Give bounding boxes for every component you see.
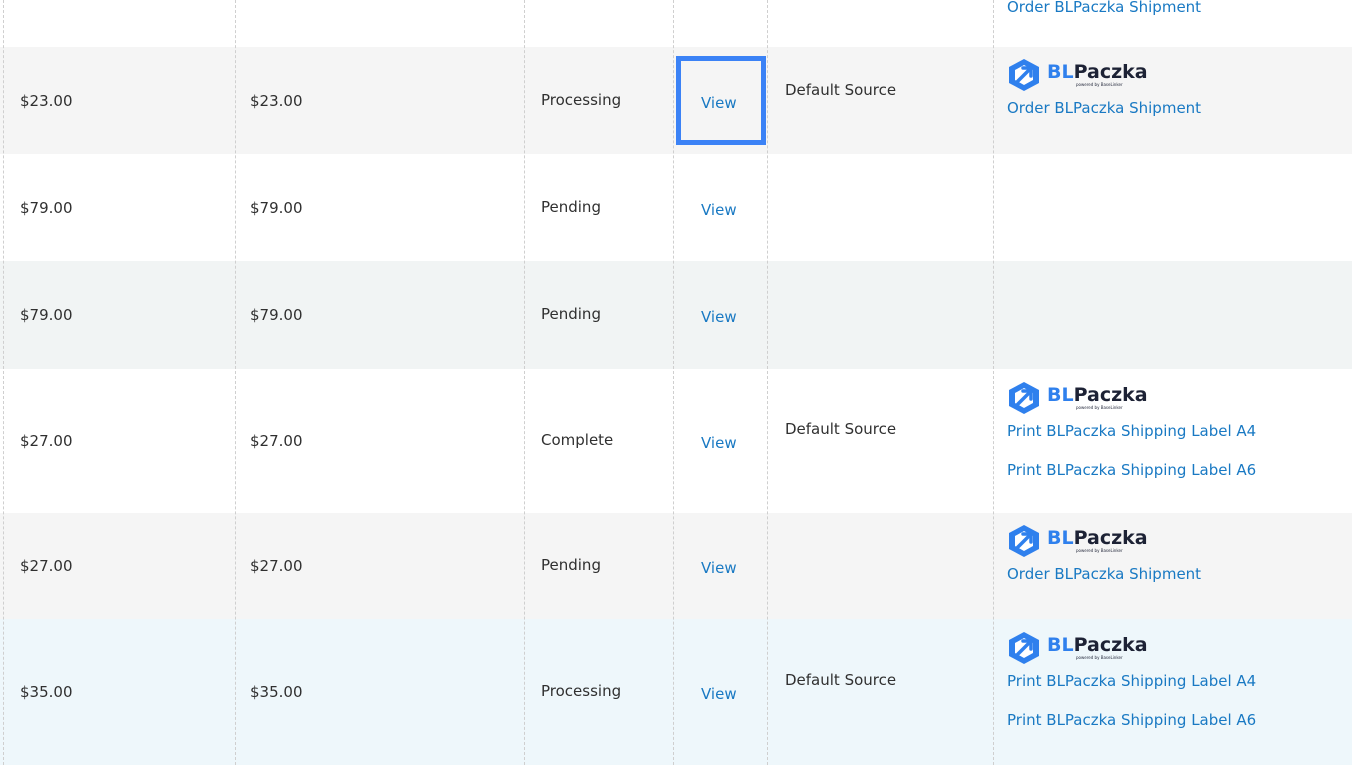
blpaczka-logo-wordmark: BLPaczka [1047, 634, 1148, 656]
blpaczka-logo-icon [1009, 59, 1039, 91]
print-shipping-label-link[interactable]: Print BLPaczka Shipping Label A6 [1007, 710, 1256, 730]
view-link[interactable]: View [701, 433, 737, 453]
blpaczka-logo-icon [1009, 525, 1039, 557]
table-row: Order BLPaczka Shipment [0, 0, 1352, 47]
purchase-price-cell: $79.00 [20, 198, 73, 217]
status-cell: Processing [541, 90, 622, 109]
status-cell: Processing [541, 682, 622, 700]
purchase-price-cell: $27.00 [20, 557, 73, 575]
blpaczka-logo-wordmark: BLPaczka [1047, 527, 1148, 549]
table-row: $27.00 $27.00 Pending View BLPaczka powered b… [0, 513, 1352, 619]
blpaczka-logo-icon [1009, 382, 1039, 414]
status-cell: Pending [541, 197, 601, 216]
grand-total-cell: $35.00 [250, 683, 303, 701]
column-divider [767, 0, 768, 765]
print-shipping-label-link[interactable]: Print BLPaczka Shipping Label A4 [1007, 671, 1256, 691]
view-link[interactable]: View [701, 307, 737, 327]
blpaczka-logo: BLPaczka powered by BaseLinker [1006, 58, 1166, 92]
order-shipment-link[interactable]: Order BLPaczka Shipment [1007, 98, 1201, 118]
status-cell: Pending [541, 556, 601, 574]
status-cell: Complete [541, 431, 614, 449]
blpaczka-logo-icon [1009, 632, 1039, 664]
logo-text-bl: BL [1047, 61, 1074, 83]
blpaczka-logo: BLPaczka powered by BaseLinker [1006, 524, 1166, 558]
source-cell: Default Source [785, 80, 897, 99]
view-link[interactable]: View [701, 684, 737, 704]
column-divider [235, 0, 236, 765]
logo-text-paczka: Paczka [1073, 634, 1148, 656]
grand-total-cell: $27.00 [250, 432, 303, 450]
purchase-price-cell: $35.00 [20, 683, 73, 701]
table-row: $79.00 $79.00 Pending View [0, 154, 1352, 261]
orders-grid: Order BLPaczka Shipment $23.00 $23.00 Proce… [0, 0, 1352, 765]
grand-total-cell: $27.00 [250, 557, 303, 575]
table-row: $35.00 $35.00 Processing View Default Source… [0, 619, 1352, 765]
column-divider [993, 0, 994, 765]
grand-total-cell: $79.00 [250, 306, 303, 324]
print-shipping-label-link[interactable]: Print BLPaczka Shipping Label A6 [1007, 460, 1256, 480]
purchase-price-cell: $79.00 [20, 306, 73, 324]
grand-total-cell: $79.00 [250, 198, 303, 217]
table-row: $23.00 $23.00 Processing View Default Source… [0, 47, 1352, 154]
purchase-price-cell: $27.00 [20, 432, 73, 450]
source-cell: Default Source [785, 671, 897, 689]
logo-text-bl: BL [1047, 527, 1074, 549]
table-row: $79.00 $79.00 Pending View [0, 261, 1352, 369]
blpaczka-logo-wordmark: BLPaczka [1047, 384, 1148, 406]
blpaczka-logo: BLPaczka powered by BaseLinker [1006, 381, 1166, 415]
view-link[interactable]: View [701, 200, 737, 220]
status-cell: Pending [541, 305, 601, 323]
blpaczka-logo-wordmark: BLPaczka [1047, 61, 1148, 83]
logo-text-bl: BL [1047, 634, 1074, 656]
logo-tagline: powered by BaseLinker [1076, 405, 1123, 410]
order-shipment-link[interactable]: Order BLPaczka Shipment [1007, 564, 1201, 584]
logo-text-paczka: Paczka [1073, 527, 1148, 549]
logo-tagline: powered by BaseLinker [1076, 548, 1123, 553]
view-link[interactable]: View [701, 93, 737, 113]
view-link[interactable]: View [701, 558, 737, 578]
logo-text-paczka: Paczka [1073, 61, 1148, 83]
grand-total-cell: $23.00 [250, 91, 303, 110]
source-cell: Default Source [785, 420, 897, 438]
column-divider [524, 0, 525, 765]
purchase-price-cell: $23.00 [20, 91, 73, 110]
logo-text-paczka: Paczka [1073, 384, 1148, 406]
print-shipping-label-link[interactable]: Print BLPaczka Shipping Label A4 [1007, 421, 1256, 441]
column-divider [3, 0, 4, 765]
logo-tagline: powered by BaseLinker [1076, 655, 1123, 660]
blpaczka-logo: BLPaczka powered by BaseLinker [1006, 631, 1166, 665]
logo-tagline: powered by BaseLinker [1076, 82, 1123, 87]
logo-text-bl: BL [1047, 384, 1074, 406]
column-divider [673, 0, 674, 765]
table-row: $27.00 $27.00 Complete View Default Source BL… [0, 369, 1352, 513]
order-shipment-link[interactable]: Order BLPaczka Shipment [1007, 0, 1201, 17]
